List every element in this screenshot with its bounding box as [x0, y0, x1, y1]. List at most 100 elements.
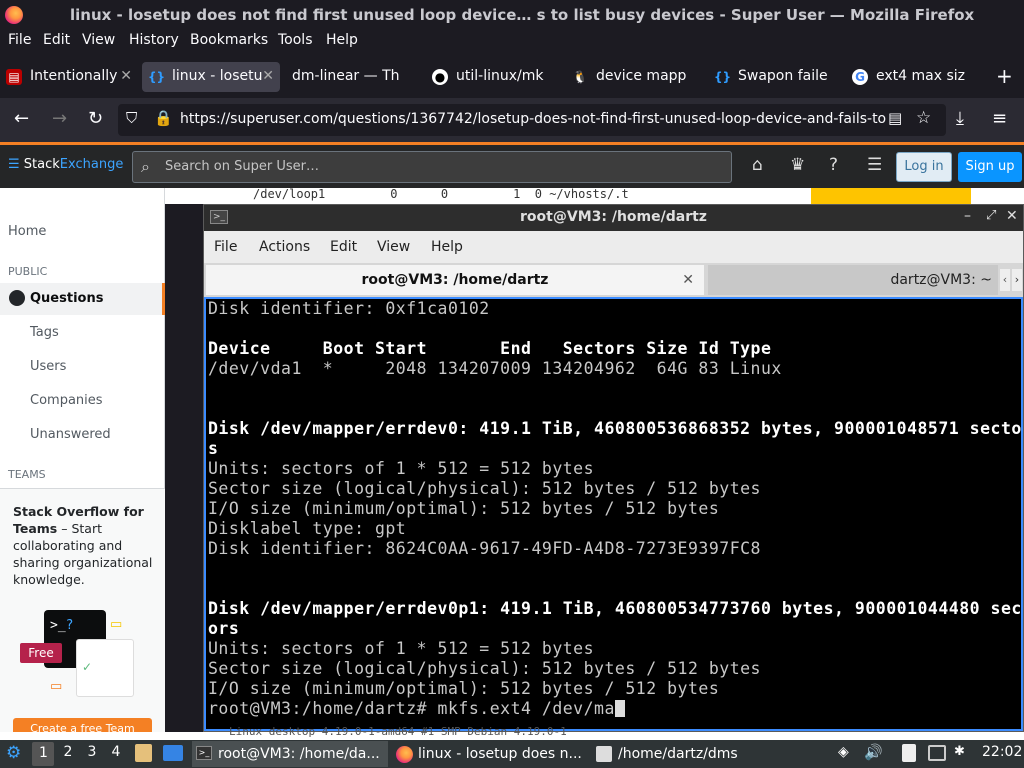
bluetooth-icon[interactable]: ✱: [954, 744, 965, 759]
menu-edit[interactable]: Edit: [43, 32, 70, 48]
nav-users[interactable]: Users: [30, 359, 66, 374]
search-input[interactable]: ⌕ Search on Super User…: [132, 151, 732, 183]
hamburger-menu-icon[interactable]: ≡: [992, 108, 1007, 129]
terminal-line: Sector size (logical/physical): 512 byte…: [208, 659, 761, 678]
taskbar-window-label: linux - losetup does n...: [418, 746, 582, 762]
terminal-menu-edit[interactable]: Edit: [330, 239, 357, 255]
workspace-3[interactable]: 3: [82, 744, 102, 760]
tab-label: ext4 max siz: [876, 68, 965, 84]
terminal-menu-file[interactable]: File: [214, 239, 237, 255]
tab-ext4[interactable]: G ext4 max siz: [846, 62, 984, 92]
taskbar-window-firefox[interactable]: linux - losetup does n...: [392, 741, 588, 767]
shield-icon[interactable]: ⛉: [126, 109, 137, 127]
terminal-tab-root[interactable]: root@VM3: /home/dartz ✕: [206, 265, 704, 295]
free-badge: Free: [20, 643, 62, 663]
site-switcher-icon[interactable]: ☰: [867, 155, 882, 175]
taskbar-window-editor[interactable]: /home/dartz/dms: [592, 741, 772, 767]
files-icon[interactable]: [135, 744, 152, 762]
taskbar-window-label: /home/dartz/dms: [618, 746, 738, 762]
terminal-prompt-line[interactable]: root@VM3:/home/dartz# mkfs.ext4 /dev/ma: [208, 699, 625, 718]
trophy-icon[interactable]: ♛: [790, 155, 805, 175]
lock-icon[interactable]: 🔒: [154, 109, 173, 127]
left-sidebar-bottom: [0, 732, 165, 740]
downloads-icon[interactable]: ⤓: [956, 108, 964, 129]
tab-dm-linear[interactable]: dm-linear — Th: [284, 62, 422, 92]
terminal-menu-view[interactable]: View: [377, 239, 410, 255]
display-icon[interactable]: [928, 745, 946, 761]
terminal-window[interactable]: >_ root@VM3: /home/dartz – ⤢ ✕ File Acti…: [203, 204, 1024, 732]
terminal-tab-dartz[interactable]: dartz@VM3: ~: [708, 265, 998, 295]
check-icon: ✓: [82, 660, 93, 674]
google-icon: G: [852, 69, 868, 85]
menu-tools[interactable]: Tools: [278, 32, 313, 48]
navigation-toolbar: ← → ↻ ⛉ 🔒 https://superuser.com/question…: [0, 98, 1024, 142]
close-icon[interactable]: ✕: [120, 68, 132, 84]
close-icon[interactable]: ✕: [682, 265, 694, 295]
start-menu-icon[interactable]: ⚙: [6, 743, 21, 763]
menu-file[interactable]: File: [8, 32, 31, 48]
volume-icon[interactable]: 🔊: [864, 743, 883, 761]
taskbar-window-terminal[interactable]: >_ root@VM3: /home/da...: [192, 741, 388, 767]
minimize-icon[interactable]: –: [964, 208, 971, 224]
inbox-icon[interactable]: ⌂: [752, 155, 763, 175]
workspace-4[interactable]: 4: [106, 744, 126, 760]
nav-companies[interactable]: Companies: [30, 393, 103, 408]
workspace-2[interactable]: 2: [58, 744, 78, 760]
reload-icon[interactable]: ↻: [88, 108, 103, 129]
maximize-icon[interactable]: ⤢: [986, 208, 996, 223]
login-button[interactable]: Log in: [896, 152, 952, 182]
new-tab-button[interactable]: +: [990, 62, 1020, 92]
background-code-line: Linux desktop 4.19.0-1-amd64 #1 SMP Debi…: [229, 725, 567, 738]
terminal-line: /dev/vda1 * 2048 134207009 134204962 64G…: [208, 359, 782, 378]
page-content-strip-bottom: Linux desktop 4.19.0-1-amd64 #1 SMP Debi…: [165, 725, 1024, 740]
terminal-titlebar[interactable]: >_ root@VM3: /home/dartz – ⤢ ✕: [204, 205, 1023, 231]
desktop-icon[interactable]: [163, 745, 183, 761]
terminal-output[interactable]: Disk identifier: 0xf1ca0102 Device Boot S…: [204, 297, 1023, 731]
clock: 22:02: [982, 744, 1023, 760]
clipboard-icon[interactable]: [902, 744, 916, 762]
menu-bookmarks[interactable]: Bookmarks: [190, 32, 268, 48]
superuser-icon: {}: [714, 70, 732, 84]
url-text[interactable]: https://superuser.com/questions/1367742/…: [180, 111, 900, 127]
terminal-prompt: root@VM3:/home/dartz# mkfs.ext4 /dev/ma: [208, 699, 615, 718]
chevron-right-icon[interactable]: ›: [1012, 269, 1022, 291]
menubar: File Edit View History Bookmarks Tools H…: [0, 30, 1024, 54]
tab-losetup[interactable]: {} linux - losetu ✕: [142, 62, 280, 92]
url-bar[interactable]: ⛉ 🔒 https://superuser.com/questions/1367…: [118, 104, 946, 136]
terminal-menu-help[interactable]: Help: [431, 239, 463, 255]
nav-tags[interactable]: Tags: [30, 325, 59, 340]
forward-icon[interactable]: →: [52, 108, 67, 129]
workspace-label: 1: [39, 745, 48, 761]
checklist-illustration: ✓: [76, 639, 134, 697]
terminal-menu-actions[interactable]: Actions: [259, 239, 310, 255]
close-icon[interactable]: ✕: [262, 68, 274, 84]
bookmark-star-icon[interactable]: ☆: [916, 108, 931, 128]
terminal-icon: >_: [196, 746, 212, 760]
back-icon[interactable]: ←: [14, 108, 29, 129]
close-icon[interactable]: ✕: [1006, 208, 1018, 224]
reader-view-icon[interactable]: ▤: [888, 109, 902, 127]
prompt-glyph: >_?: [50, 618, 74, 633]
nav-unanswered[interactable]: Unanswered: [30, 427, 111, 442]
tab-util-linux[interactable]: ● util-linux/mk: [426, 62, 564, 92]
menu-view[interactable]: View: [82, 32, 115, 48]
signup-button[interactable]: Sign up: [958, 152, 1022, 182]
menu-history[interactable]: History: [129, 32, 179, 48]
nav-home[interactable]: Home: [8, 224, 46, 239]
tab-label: Swapon faile: [738, 68, 828, 84]
workspace-1[interactable]: 1: [32, 742, 54, 766]
nav-questions[interactable]: Questions: [0, 283, 165, 315]
tab-swapon[interactable]: {} Swapon faile: [708, 62, 846, 92]
tab-intentionally[interactable]: ▤ Intentionally ✕: [0, 62, 138, 92]
tab-label: linux - losetu: [172, 68, 263, 84]
menu-help[interactable]: Help: [326, 32, 358, 48]
plus-icon: +: [996, 64, 1013, 88]
tab-label: util-linux/mk: [456, 68, 544, 84]
chevron-left-icon[interactable]: ‹: [1000, 269, 1010, 291]
tab-label: device mapp: [596, 68, 687, 84]
tab-device-mapper[interactable]: 🐧 device mapp: [566, 62, 706, 92]
help-icon[interactable]: ?: [829, 155, 838, 175]
terminal-tab-label: dartz@VM3: ~: [890, 272, 992, 288]
network-icon[interactable]: ◈: [838, 744, 849, 760]
stackexchange-logo[interactable]: ☰ StackExchange: [8, 157, 123, 172]
